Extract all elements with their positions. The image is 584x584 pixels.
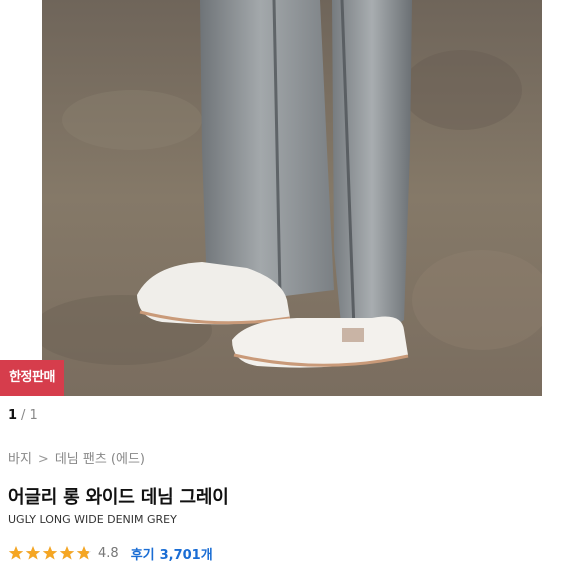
breadcrumb-item-denim-pants[interactable]: 데님 팬츠 (에드)	[55, 452, 145, 467]
product-subtitle: UGLY LONG WIDE DENIM GREY	[8, 513, 177, 526]
page-separator: /	[21, 408, 26, 423]
total-pages: 1	[29, 408, 38, 423]
breadcrumb-item-pants[interactable]: 바지	[8, 452, 32, 467]
review-link[interactable]: 후기 3,701개	[131, 544, 213, 563]
rating-score: 4.8	[98, 545, 119, 561]
rating-row: 4.8 후기 3,701개	[8, 543, 213, 563]
product-image[interactable]	[42, 0, 542, 396]
product-title: 어글리 롱 와이드 데님 그레이	[8, 487, 229, 508]
star-icon	[59, 546, 75, 560]
current-page: 1	[8, 408, 18, 423]
star-icon	[42, 546, 58, 560]
limited-sale-badge: 한정판매	[0, 360, 64, 396]
star-icon	[76, 546, 92, 560]
image-pagination: 1/1	[8, 408, 38, 423]
star-icon	[25, 546, 41, 560]
star-icon	[8, 546, 24, 560]
breadcrumb: 바지 > 데님 팬츠 (에드)	[8, 448, 145, 467]
breadcrumb-separator: >	[37, 452, 49, 467]
rating-stars	[8, 545, 93, 561]
review-count: 3,701개	[159, 547, 213, 563]
product-detail-page: 한정판매 1/1 바지 > 데님 팬츠 (에드) 어글리 롱 와이드 데님 그레이 …	[0, 0, 584, 584]
review-label: 후기	[130, 547, 155, 563]
